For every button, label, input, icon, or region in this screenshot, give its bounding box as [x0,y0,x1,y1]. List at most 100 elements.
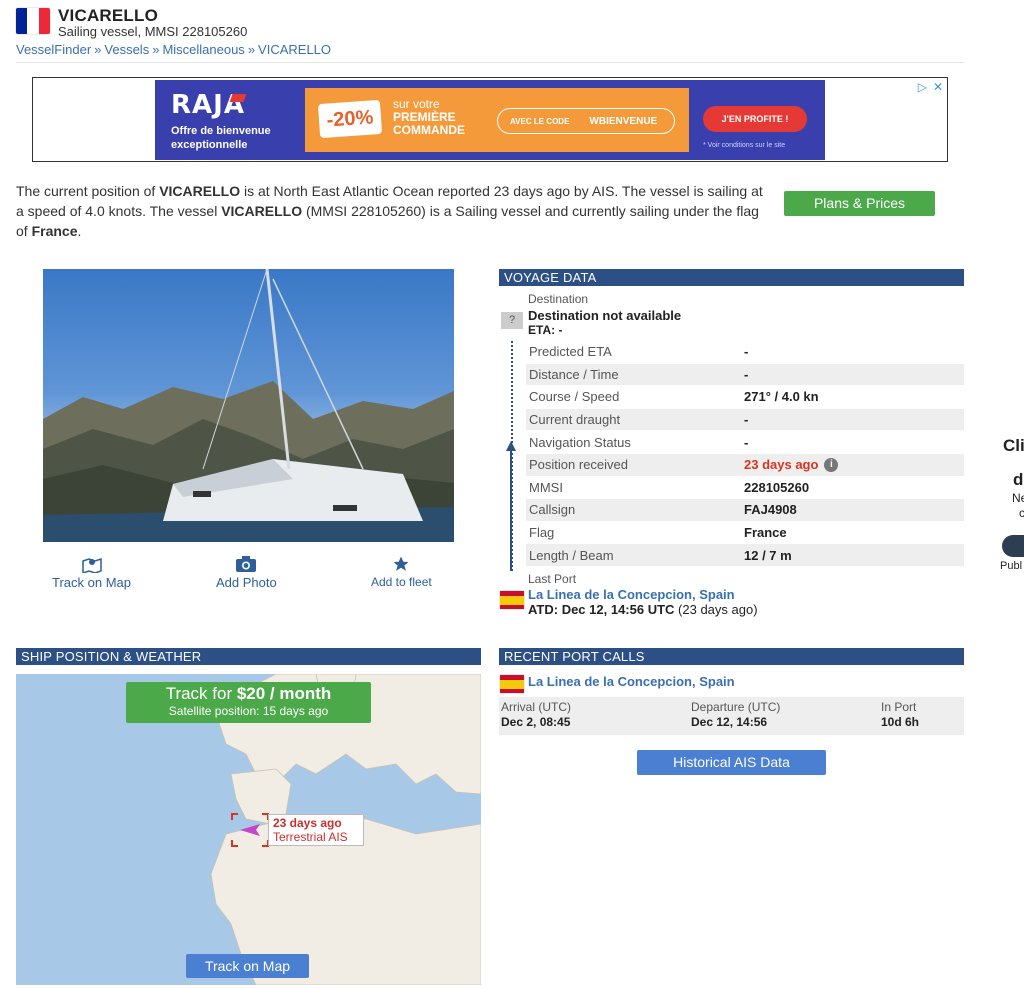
sidebar-fragment: c [1019,506,1024,520]
header-divider [16,62,964,63]
track-on-map-label: Track on Map [52,575,131,590]
sidebar-fragment: Cli [1003,436,1024,455]
voyage-row: Distance / Time - [526,362,964,386]
voyage-key: Predicted ETA [529,344,612,360]
voyage-row: Position received 23 days ago i [526,452,964,476]
breadcrumb: VesselFinder» Vessels» Miscellaneous» VICAR… [16,42,331,57]
voyage-table: Predicted ETA - Distance / Time - Course /… [526,340,964,566]
sidebar-fragment: d [1013,470,1024,489]
ad-welcome-line2: exceptionnelle [171,139,248,151]
sidebar-button[interactable] [1002,535,1024,557]
ad-cta-button[interactable]: J'EN PROFITE ! [703,106,807,132]
summary-vessel-name: VICARELLO [221,203,303,219]
last-port-link[interactable]: La Linea de la Concepcion, Spain [528,587,735,602]
voyage-row: Flag France [526,520,964,544]
voyage-value: - [744,434,749,450]
track-price: $20 / month [236,684,332,703]
map-pin-icon [52,555,131,575]
ad-discount-badge: -20% [317,99,383,139]
historical-ais-button[interactable]: Historical AIS Data [637,750,826,775]
ad-promo-block: -20% sur votre PREMIÈRE COMMANDE AVEC LE… [305,88,689,152]
breadcrumb-separator: » [94,42,102,57]
ad-welcome-line1: Offre de bienvenue [171,125,271,137]
add-to-fleet-action[interactable]: Add to fleet [371,555,432,589]
satellite-position-text: Satellite position: 15 days ago [168,704,329,718]
position-received-value: 23 days ago i [744,457,839,473]
in-port-value: 10d 6h [881,715,920,729]
voyage-value: France [744,525,787,541]
photo-actions: Track on Map Add Photo Add to fleet [16,555,466,595]
vessel-summary: The current position of VICARELLO is at … [16,181,766,241]
in-port-cell: In Port 10d 6h [881,700,919,730]
ad-promo-line2: PREMIÈRE [393,110,456,124]
vessel-photo [43,269,454,542]
marker-source: Terrestrial AIS [273,830,348,844]
ad-code-value: WBIENVENUE [589,115,658,127]
ad-promo-line1: sur votre [393,97,440,111]
arrival-label: Arrival (UTC) [501,700,571,714]
ad-banner[interactable]: RAJA Offre de bienvenue exceptionnelle -… [155,80,825,160]
voyage-key: Flag [529,525,555,541]
adchoices-icon[interactable]: ▷ [918,80,927,94]
in-port-label: In Port [881,700,917,714]
track-on-map-button[interactable]: Track on Map [186,954,309,978]
summary-flag: France [31,223,78,239]
star-icon [371,555,432,573]
port-call-link[interactable]: La Linea de la Concepcion, Spain [528,674,735,689]
close-icon[interactable]: ✕ [933,80,943,94]
voyage-value: 228105260 [744,479,810,495]
france-flag-icon [16,8,50,34]
vessel-marker-icon[interactable] [230,812,270,848]
ad-promo-text: sur votre PREMIÈRE COMMANDE [393,98,465,137]
voyage-key: Length / Beam [529,547,614,563]
breadcrumb-separator: » [247,42,256,57]
route-line-solid [510,447,512,571]
position-received-text: 23 days ago [744,457,819,473]
vessel-marker-label: 23 days ago Terrestrial AIS [268,814,364,846]
info-icon[interactable]: i [824,457,839,472]
voyage-value: FAJ4908 [744,502,797,518]
ad-banner-frame: RAJA Offre de bienvenue exceptionnelle -… [32,77,948,162]
voyage-key: Current draught [529,412,621,428]
ad-logo-accent [229,94,247,102]
voyage-value: - [744,412,749,428]
page-title: VICARELLO [58,6,159,25]
breadcrumb-vesselfinder[interactable]: VesselFinder [16,42,91,57]
track-subscription-badge[interactable]: Track for $20 / month Satellite position… [126,682,371,723]
ad-conditions: * Voir conditions sur le site [703,142,786,149]
ship-position-heading: SHIP POSITION & WEATHER [16,648,481,665]
breadcrumb-vessel[interactable]: VICARELLO [258,42,331,57]
spain-flag-icon [500,675,524,693]
track-on-map-action[interactable]: Track on Map [52,555,131,590]
voyage-row: Callsign FAJ4908 [526,498,964,521]
position-map[interactable]: Track for $20 / month Satellite position… [16,674,481,985]
destination-label: Destination [528,292,589,306]
ad-welcome-text: Offre de bienvenue exceptionnelle [171,124,271,152]
atd-ago: (23 days ago) [678,602,758,617]
voyage-key: Position received [529,457,628,473]
add-to-fleet-label: Add to fleet [371,575,432,589]
voyage-key: Course / Speed [529,389,620,405]
sidebar-fragment: Publ [1000,560,1023,572]
eta-value: ETA: - [528,323,563,337]
voyage-row: Current draught - [526,407,964,431]
voyage-data-heading: VOYAGE DATA [499,269,964,286]
voyage-row: MMSI 228105260 [526,475,964,499]
destination-value: Destination not available [528,308,682,323]
track-prefix: Track for [165,684,237,703]
summary-vessel-name: VICARELLO [159,183,241,199]
ad-promo-line3: COMMANDE [393,123,465,137]
ad-code-label: AVEC LE CODE [510,116,570,126]
breadcrumb-miscellaneous[interactable]: Miscellaneous [162,42,244,57]
departure-cell: Departure (UTC) Dec 12, 14:56 [691,700,780,730]
add-photo-label: Add Photo [216,575,277,590]
voyage-key: Navigation Status [529,434,631,450]
plans-prices-button[interactable]: Plans & Prices [784,191,935,216]
spain-flag-icon [500,591,524,609]
recent-port-calls-heading: RECENT PORT CALLS [499,648,964,665]
ad-choices[interactable]: ▷ ✕ [918,80,943,94]
add-photo-action[interactable]: Add Photo [216,555,277,590]
vessel-subtitle: Sailing vessel, MMSI 228105260 [58,24,248,39]
breadcrumb-vessels[interactable]: Vessels [104,42,149,57]
voyage-value: 271° / 4.0 kn [744,389,819,405]
